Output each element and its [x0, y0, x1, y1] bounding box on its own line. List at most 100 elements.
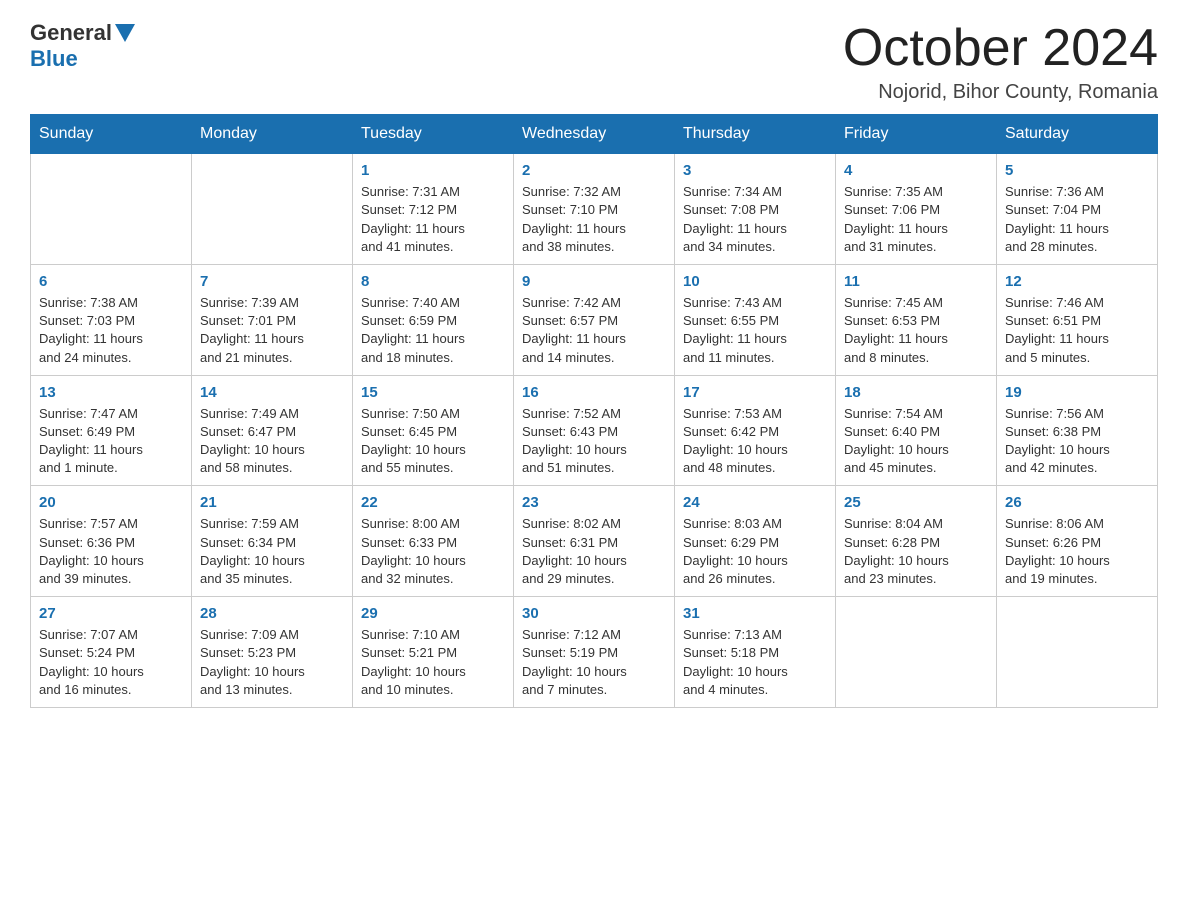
calendar-cell: 27 Sunrise: 7:07 AMSunset: 5:24 PMDayligh…	[31, 597, 192, 708]
day-number: 14	[200, 384, 344, 401]
day-number: 3	[683, 162, 827, 179]
calendar-cell	[836, 597, 997, 708]
weekday-header-monday: Monday	[192, 115, 353, 154]
calendar-cell: 4 Sunrise: 7:35 AMSunset: 7:06 PMDaylight…	[836, 154, 997, 265]
day-number: 9	[522, 273, 666, 290]
day-info: Sunrise: 7:54 AMSunset: 6:40 PMDaylight:…	[844, 405, 988, 478]
day-number: 25	[844, 494, 988, 511]
day-number: 6	[39, 273, 183, 290]
calendar-cell: 20 Sunrise: 7:57 AMSunset: 6:36 PMDayligh…	[31, 486, 192, 597]
day-info: Sunrise: 7:47 AMSunset: 6:49 PMDaylight:…	[39, 405, 183, 478]
day-info: Sunrise: 7:34 AMSunset: 7:08 PMDaylight:…	[683, 183, 827, 256]
weekday-header-friday: Friday	[836, 115, 997, 154]
day-info: Sunrise: 7:38 AMSunset: 7:03 PMDaylight:…	[39, 294, 183, 367]
day-info: Sunrise: 8:02 AMSunset: 6:31 PMDaylight:…	[522, 515, 666, 588]
day-number: 4	[844, 162, 988, 179]
calendar-cell: 15 Sunrise: 7:50 AMSunset: 6:45 PMDayligh…	[353, 375, 514, 486]
day-info: Sunrise: 7:59 AMSunset: 6:34 PMDaylight:…	[200, 515, 344, 588]
day-info: Sunrise: 7:40 AMSunset: 6:59 PMDaylight:…	[361, 294, 505, 367]
day-number: 23	[522, 494, 666, 511]
day-number: 5	[1005, 162, 1149, 179]
day-number: 18	[844, 384, 988, 401]
calendar-cell: 1 Sunrise: 7:31 AMSunset: 7:12 PMDaylight…	[353, 154, 514, 265]
calendar-cell	[31, 154, 192, 265]
day-info: Sunrise: 7:07 AMSunset: 5:24 PMDaylight:…	[39, 626, 183, 699]
calendar-cell: 29 Sunrise: 7:10 AMSunset: 5:21 PMDayligh…	[353, 597, 514, 708]
calendar-cell: 31 Sunrise: 7:13 AMSunset: 5:18 PMDayligh…	[675, 597, 836, 708]
calendar-cell: 24Sunrise: 8:03 AMSunset: 6:29 PMDayligh…	[675, 486, 836, 597]
calendar-cell: 7Sunrise: 7:39 AMSunset: 7:01 PMDaylight…	[192, 264, 353, 375]
day-info: Sunrise: 7:35 AMSunset: 7:06 PMDaylight:…	[844, 183, 988, 256]
logo-general-text: General	[30, 20, 112, 46]
day-info: Sunrise: 7:57 AMSunset: 6:36 PMDaylight:…	[39, 515, 183, 588]
day-info: Sunrise: 7:39 AMSunset: 7:01 PMDaylight:…	[200, 294, 344, 367]
day-number: 19	[1005, 384, 1149, 401]
day-number: 29	[361, 605, 505, 622]
logo-arrow-icon	[115, 24, 135, 42]
calendar-cell: 9Sunrise: 7:42 AMSunset: 6:57 PMDaylight…	[514, 264, 675, 375]
day-number: 22	[361, 494, 505, 511]
calendar-cell: 23 Sunrise: 8:02 AMSunset: 6:31 PMDayligh…	[514, 486, 675, 597]
weekday-header-saturday: Saturday	[997, 115, 1158, 154]
week-row-1: 1 Sunrise: 7:31 AMSunset: 7:12 PMDaylight…	[31, 154, 1158, 265]
day-info: Sunrise: 7:52 AMSunset: 6:43 PMDaylight:…	[522, 405, 666, 478]
weekday-header-row: SundayMondayTuesdayWednesdayThursdayFrid…	[31, 115, 1158, 154]
calendar-cell: 6 Sunrise: 7:38 AMSunset: 7:03 PMDaylight…	[31, 264, 192, 375]
calendar-cell: 2Sunrise: 7:32 AMSunset: 7:10 PMDaylight…	[514, 154, 675, 265]
day-number: 27	[39, 605, 183, 622]
calendar-cell: 19 Sunrise: 7:56 AMSunset: 6:38 PMDayligh…	[997, 375, 1158, 486]
day-number: 17	[683, 384, 827, 401]
day-info: Sunrise: 7:53 AMSunset: 6:42 PMDaylight:…	[683, 405, 827, 478]
calendar-cell: 3 Sunrise: 7:34 AMSunset: 7:08 PMDaylight…	[675, 154, 836, 265]
week-row-3: 13 Sunrise: 7:47 AMSunset: 6:49 PMDayligh…	[31, 375, 1158, 486]
calendar-cell: 13 Sunrise: 7:47 AMSunset: 6:49 PMDayligh…	[31, 375, 192, 486]
calendar-table: SundayMondayTuesdayWednesdayThursdayFrid…	[30, 114, 1158, 708]
day-number: 13	[39, 384, 183, 401]
day-number: 24	[683, 494, 827, 511]
day-info: Sunrise: 7:31 AMSunset: 7:12 PMDaylight:…	[361, 183, 505, 256]
day-number: 30	[522, 605, 666, 622]
day-number: 21	[200, 494, 344, 511]
day-number: 28	[200, 605, 344, 622]
calendar-cell: 22Sunrise: 8:00 AMSunset: 6:33 PMDayligh…	[353, 486, 514, 597]
day-number: 11	[844, 273, 988, 290]
weekday-header-tuesday: Tuesday	[353, 115, 514, 154]
day-number: 1	[361, 162, 505, 179]
calendar-cell: 30Sunrise: 7:12 AMSunset: 5:19 PMDayligh…	[514, 597, 675, 708]
day-info: Sunrise: 7:43 AMSunset: 6:55 PMDaylight:…	[683, 294, 827, 367]
day-info: Sunrise: 7:46 AMSunset: 6:51 PMDaylight:…	[1005, 294, 1149, 367]
day-info: Sunrise: 7:09 AMSunset: 5:23 PMDaylight:…	[200, 626, 344, 699]
week-row-5: 27 Sunrise: 7:07 AMSunset: 5:24 PMDayligh…	[31, 597, 1158, 708]
calendar-cell: 11 Sunrise: 7:45 AMSunset: 6:53 PMDayligh…	[836, 264, 997, 375]
day-info: Sunrise: 7:50 AMSunset: 6:45 PMDaylight:…	[361, 405, 505, 478]
week-row-4: 20 Sunrise: 7:57 AMSunset: 6:36 PMDayligh…	[31, 486, 1158, 597]
day-number: 12	[1005, 273, 1149, 290]
calendar-cell: 26 Sunrise: 8:06 AMSunset: 6:26 PMDayligh…	[997, 486, 1158, 597]
day-number: 20	[39, 494, 183, 511]
day-info: Sunrise: 7:56 AMSunset: 6:38 PMDaylight:…	[1005, 405, 1149, 478]
calendar-cell: 21 Sunrise: 7:59 AMSunset: 6:34 PMDayligh…	[192, 486, 353, 597]
day-info: Sunrise: 7:49 AMSunset: 6:47 PMDaylight:…	[200, 405, 344, 478]
weekday-header-sunday: Sunday	[31, 115, 192, 154]
calendar-cell: 28 Sunrise: 7:09 AMSunset: 5:23 PMDayligh…	[192, 597, 353, 708]
day-info: Sunrise: 7:13 AMSunset: 5:18 PMDaylight:…	[683, 626, 827, 699]
calendar-cell: 5Sunrise: 7:36 AMSunset: 7:04 PMDaylight…	[997, 154, 1158, 265]
calendar-cell: 10Sunrise: 7:43 AMSunset: 6:55 PMDayligh…	[675, 264, 836, 375]
day-info: Sunrise: 7:45 AMSunset: 6:53 PMDaylight:…	[844, 294, 988, 367]
logo-blue-text: Blue	[30, 46, 78, 71]
weekday-header-wednesday: Wednesday	[514, 115, 675, 154]
day-number: 31	[683, 605, 827, 622]
weekday-header-thursday: Thursday	[675, 115, 836, 154]
calendar-cell: 18 Sunrise: 7:54 AMSunset: 6:40 PMDayligh…	[836, 375, 997, 486]
day-number: 16	[522, 384, 666, 401]
day-number: 26	[1005, 494, 1149, 511]
calendar-cell	[997, 597, 1158, 708]
title-section: October 2024 Nojorid, Bihor County, Roma…	[843, 20, 1158, 104]
day-info: Sunrise: 7:10 AMSunset: 5:21 PMDaylight:…	[361, 626, 505, 699]
day-number: 15	[361, 384, 505, 401]
day-info: Sunrise: 8:04 AMSunset: 6:28 PMDaylight:…	[844, 515, 988, 588]
calendar-cell: 12 Sunrise: 7:46 AMSunset: 6:51 PMDayligh…	[997, 264, 1158, 375]
day-info: Sunrise: 8:06 AMSunset: 6:26 PMDaylight:…	[1005, 515, 1149, 588]
calendar-cell: 17 Sunrise: 7:53 AMSunset: 6:42 PMDayligh…	[675, 375, 836, 486]
calendar-cell: 16 Sunrise: 7:52 AMSunset: 6:43 PMDayligh…	[514, 375, 675, 486]
